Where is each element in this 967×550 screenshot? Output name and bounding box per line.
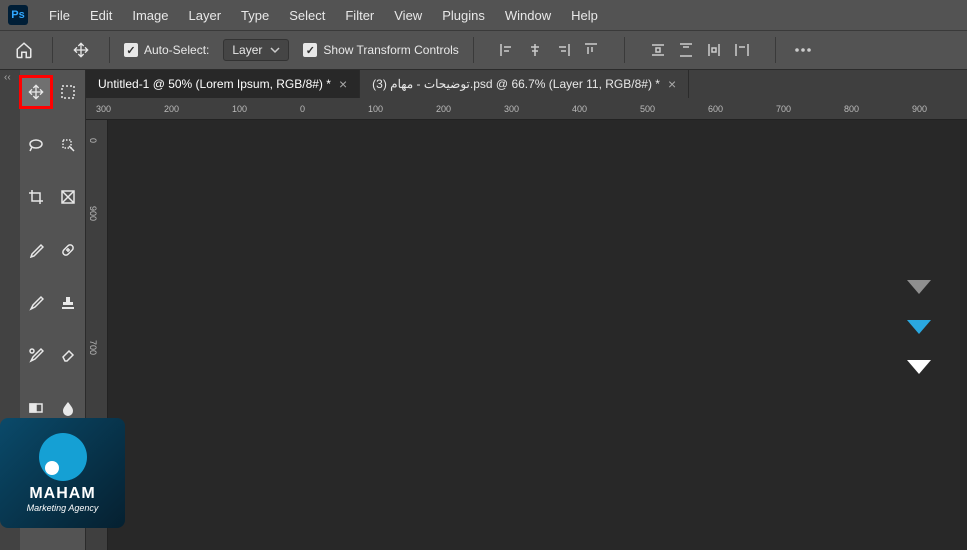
separator bbox=[473, 37, 474, 63]
ruler-tick: 0 bbox=[88, 138, 98, 143]
overlay-logo-badge: MAHAM Marketing Agency bbox=[0, 418, 125, 528]
ruler-tick: 100 bbox=[232, 104, 247, 114]
auto-select-checkbox[interactable]: ✓ Auto-Select: bbox=[124, 43, 209, 57]
arrow-down-icon bbox=[907, 360, 931, 374]
ruler-tick: 800 bbox=[844, 104, 859, 114]
ruler-tick: 100 bbox=[368, 104, 383, 114]
canvas[interactable] bbox=[108, 120, 967, 550]
horizontal-ruler: 300 200 100 0 100 200 300 400 500 600 70… bbox=[86, 98, 967, 120]
ruler-tick: 300 bbox=[96, 104, 111, 114]
ruler-tick: 500 bbox=[640, 104, 655, 114]
overlay-arrows bbox=[907, 280, 931, 374]
show-transform-label: Show Transform Controls bbox=[323, 43, 458, 57]
tab-label: Untitled-1 @ 50% (Lorem Ipsum, RGB/8#) * bbox=[98, 77, 331, 91]
align-group-2 bbox=[639, 37, 761, 63]
ruler-tick: 700 bbox=[776, 104, 791, 114]
layer-dropdown[interactable]: Layer bbox=[223, 39, 289, 61]
logo-name: MAHAM bbox=[29, 485, 95, 503]
ruler-tick: 700 bbox=[88, 340, 98, 355]
distribute-4-button[interactable] bbox=[729, 37, 755, 63]
document-tabs: Untitled-1 @ 50% (Lorem Ipsum, RGB/8#) *… bbox=[86, 70, 967, 98]
align-right-button[interactable] bbox=[550, 37, 576, 63]
separator bbox=[624, 37, 625, 63]
ruler-tick: 0 bbox=[300, 104, 305, 114]
active-tool-icon[interactable] bbox=[67, 36, 95, 64]
quick-select-tool[interactable] bbox=[52, 129, 84, 161]
logo-tagline: Marketing Agency bbox=[27, 503, 99, 513]
menu-image[interactable]: Image bbox=[123, 8, 177, 23]
distribute-3-button[interactable] bbox=[701, 37, 727, 63]
frame-tool[interactable] bbox=[52, 181, 84, 213]
collapse-icon: ‹‹ bbox=[4, 72, 11, 83]
stamp-tool[interactable] bbox=[52, 287, 84, 319]
ruler-tick: 200 bbox=[164, 104, 179, 114]
workspace: ‹‹ Untitled-1 @ 50% (Lorem Ipsum, RGB/8#… bbox=[0, 70, 967, 550]
canvas-wrap: 0 900 700 bbox=[86, 120, 967, 550]
align-group-1 bbox=[488, 37, 610, 63]
close-icon[interactable]: × bbox=[668, 76, 676, 92]
logo-mark-icon bbox=[39, 433, 87, 481]
menu-window[interactable]: Window bbox=[496, 8, 560, 23]
move-tool[interactable] bbox=[20, 76, 52, 108]
options-bar: ✓ Auto-Select: Layer ✓ Show Transform Co… bbox=[0, 30, 967, 70]
marquee-tool[interactable] bbox=[52, 76, 84, 108]
menu-view[interactable]: View bbox=[385, 8, 431, 23]
close-icon[interactable]: × bbox=[339, 76, 347, 92]
ruler-tick: 900 bbox=[88, 206, 98, 221]
menu-edit[interactable]: Edit bbox=[81, 8, 121, 23]
document-area: Untitled-1 @ 50% (Lorem Ipsum, RGB/8#) *… bbox=[86, 70, 967, 550]
layer-dropdown-label: Layer bbox=[232, 43, 262, 57]
ps-logo-icon: Ps bbox=[8, 5, 28, 25]
tab-untitled[interactable]: Untitled-1 @ 50% (Lorem Ipsum, RGB/8#) *… bbox=[86, 70, 360, 98]
align-left-button[interactable] bbox=[494, 37, 520, 63]
menu-file[interactable]: File bbox=[40, 8, 79, 23]
home-button[interactable] bbox=[10, 36, 38, 64]
separator bbox=[775, 37, 776, 63]
lasso-tool[interactable] bbox=[20, 129, 52, 161]
arrow-down-icon bbox=[907, 320, 931, 334]
menu-plugins[interactable]: Plugins bbox=[433, 8, 494, 23]
ruler-tick: 900 bbox=[912, 104, 927, 114]
align-top-button[interactable] bbox=[578, 37, 604, 63]
separator bbox=[109, 37, 110, 63]
ruler-tick: 200 bbox=[436, 104, 451, 114]
tab-label: توضيحات - مهام (3).psd @ 66.7% (Layer 11… bbox=[372, 77, 660, 91]
brush-tool[interactable] bbox=[20, 287, 52, 319]
menu-filter[interactable]: Filter bbox=[336, 8, 383, 23]
healing-tool[interactable] bbox=[52, 234, 84, 266]
auto-select-label: Auto-Select: bbox=[144, 43, 209, 57]
arrow-down-icon bbox=[907, 280, 931, 294]
separator bbox=[52, 37, 53, 63]
checkbox-icon: ✓ bbox=[124, 43, 138, 57]
ruler-tick: 400 bbox=[572, 104, 587, 114]
menu-help[interactable]: Help bbox=[562, 8, 607, 23]
menu-type[interactable]: Type bbox=[232, 8, 278, 23]
ruler-tick: 600 bbox=[708, 104, 723, 114]
ruler-tick: 300 bbox=[504, 104, 519, 114]
crop-tool[interactable] bbox=[20, 181, 52, 213]
menu-layer[interactable]: Layer bbox=[180, 8, 231, 23]
menu-select[interactable]: Select bbox=[280, 8, 334, 23]
align-center-h-button[interactable] bbox=[522, 37, 548, 63]
checkbox-icon: ✓ bbox=[303, 43, 317, 57]
menu-bar: Ps File Edit Image Layer Type Select Fil… bbox=[0, 0, 967, 30]
more-options-button[interactable] bbox=[790, 37, 816, 63]
eraser-tool[interactable] bbox=[52, 339, 84, 371]
show-transform-checkbox[interactable]: ✓ Show Transform Controls bbox=[303, 43, 458, 57]
distribute-1-button[interactable] bbox=[645, 37, 671, 63]
history-brush-tool[interactable] bbox=[20, 339, 52, 371]
distribute-2-button[interactable] bbox=[673, 37, 699, 63]
eyedropper-tool[interactable] bbox=[20, 234, 52, 266]
tab-psd[interactable]: توضيحات - مهام (3).psd @ 66.7% (Layer 11… bbox=[360, 70, 689, 98]
